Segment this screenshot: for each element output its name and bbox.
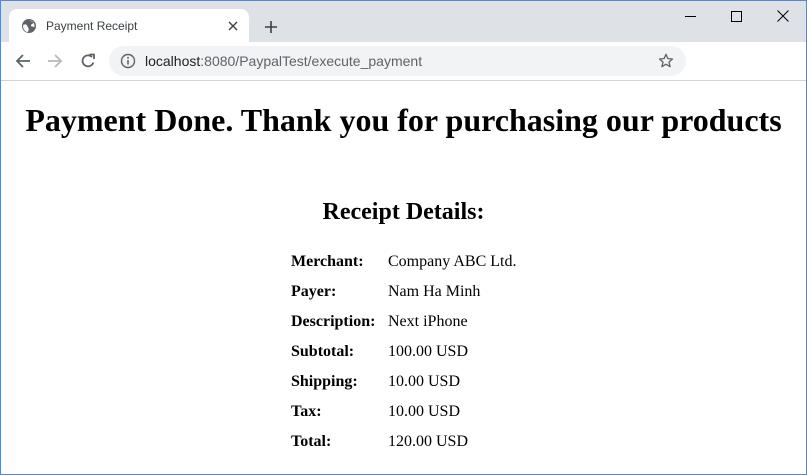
info-icon[interactable] [120, 53, 136, 69]
table-row: Total: 120.00 USD [289, 427, 516, 457]
browser-window: Payment Receipt localhost:8080/PaypalTes… [0, 0, 807, 475]
row-label: Subtotal: [291, 343, 355, 360]
row-label: Merchant: [291, 253, 364, 270]
row-value: 120.00 USD [388, 433, 469, 450]
globe-icon [21, 18, 37, 34]
table-row: Description: Next iPhone [289, 307, 516, 337]
table-row: Merchant: Company ABC Ltd. [289, 247, 516, 277]
table-row: Shipping: 10.00 USD [289, 367, 516, 397]
tab-title: Payment Receipt [46, 18, 138, 33]
maximize-button[interactable] [713, 1, 759, 31]
arrow-left-icon [15, 53, 31, 69]
url-host: localhost [145, 53, 201, 69]
row-label: Payer: [291, 283, 337, 300]
arrow-right-icon [47, 53, 63, 69]
minimize-icon [684, 11, 696, 22]
row-value: 10.00 USD [388, 403, 461, 420]
browser-toolbar: localhost:8080/PaypalTest/execute_paymen… [1, 42, 806, 81]
row-value: Company ABC Ltd. [388, 253, 517, 270]
receipt-title: Receipt Details: [322, 199, 485, 225]
table-row: Payer: Nam Ha Minh [289, 277, 516, 307]
page-heading: Payment Done. Thank you for purchasing o… [25, 102, 782, 138]
star-icon[interactable] [656, 51, 676, 71]
row-label: Tax: [291, 403, 322, 420]
tab-payment-receipt[interactable]: Payment Receipt [9, 9, 249, 42]
close-icon[interactable] [223, 16, 243, 36]
row-value: Nam Ha Minh [388, 283, 481, 300]
table-row: Tax: 10.00 USD [289, 397, 516, 427]
url-text[interactable]: localhost:8080/PaypalTest/execute_paymen… [145, 53, 656, 69]
row-value: 10.00 USD [388, 373, 461, 390]
tab-strip: Payment Receipt [1, 1, 806, 42]
row-label: Total: [291, 433, 332, 450]
receipt-table: Merchant: Company ABC Ltd. Payer: Nam Ha… [289, 247, 516, 457]
page-content: Payment Done. Thank you for purchasing o… [1, 81, 806, 474]
row-value: Next iPhone [388, 313, 468, 330]
table-row: Subtotal: 100.00 USD [289, 337, 516, 367]
reload-icon [80, 53, 96, 69]
plus-icon [264, 20, 278, 34]
row-label: Shipping: [291, 373, 358, 390]
address-bar[interactable]: localhost:8080/PaypalTest/execute_paymen… [109, 46, 686, 76]
row-label: Description: [291, 313, 376, 330]
forward-button[interactable] [41, 47, 69, 75]
window-close-icon [777, 10, 789, 22]
minimize-button[interactable] [667, 1, 713, 31]
back-button[interactable] [9, 47, 37, 75]
maximize-icon [730, 10, 742, 22]
row-value: 100.00 USD [388, 343, 469, 360]
new-tab-button[interactable] [257, 13, 285, 41]
url-path: :8080/PaypalTest/execute_payment [200, 53, 423, 69]
window-close-button[interactable] [760, 1, 806, 31]
reload-button[interactable] [74, 47, 102, 75]
